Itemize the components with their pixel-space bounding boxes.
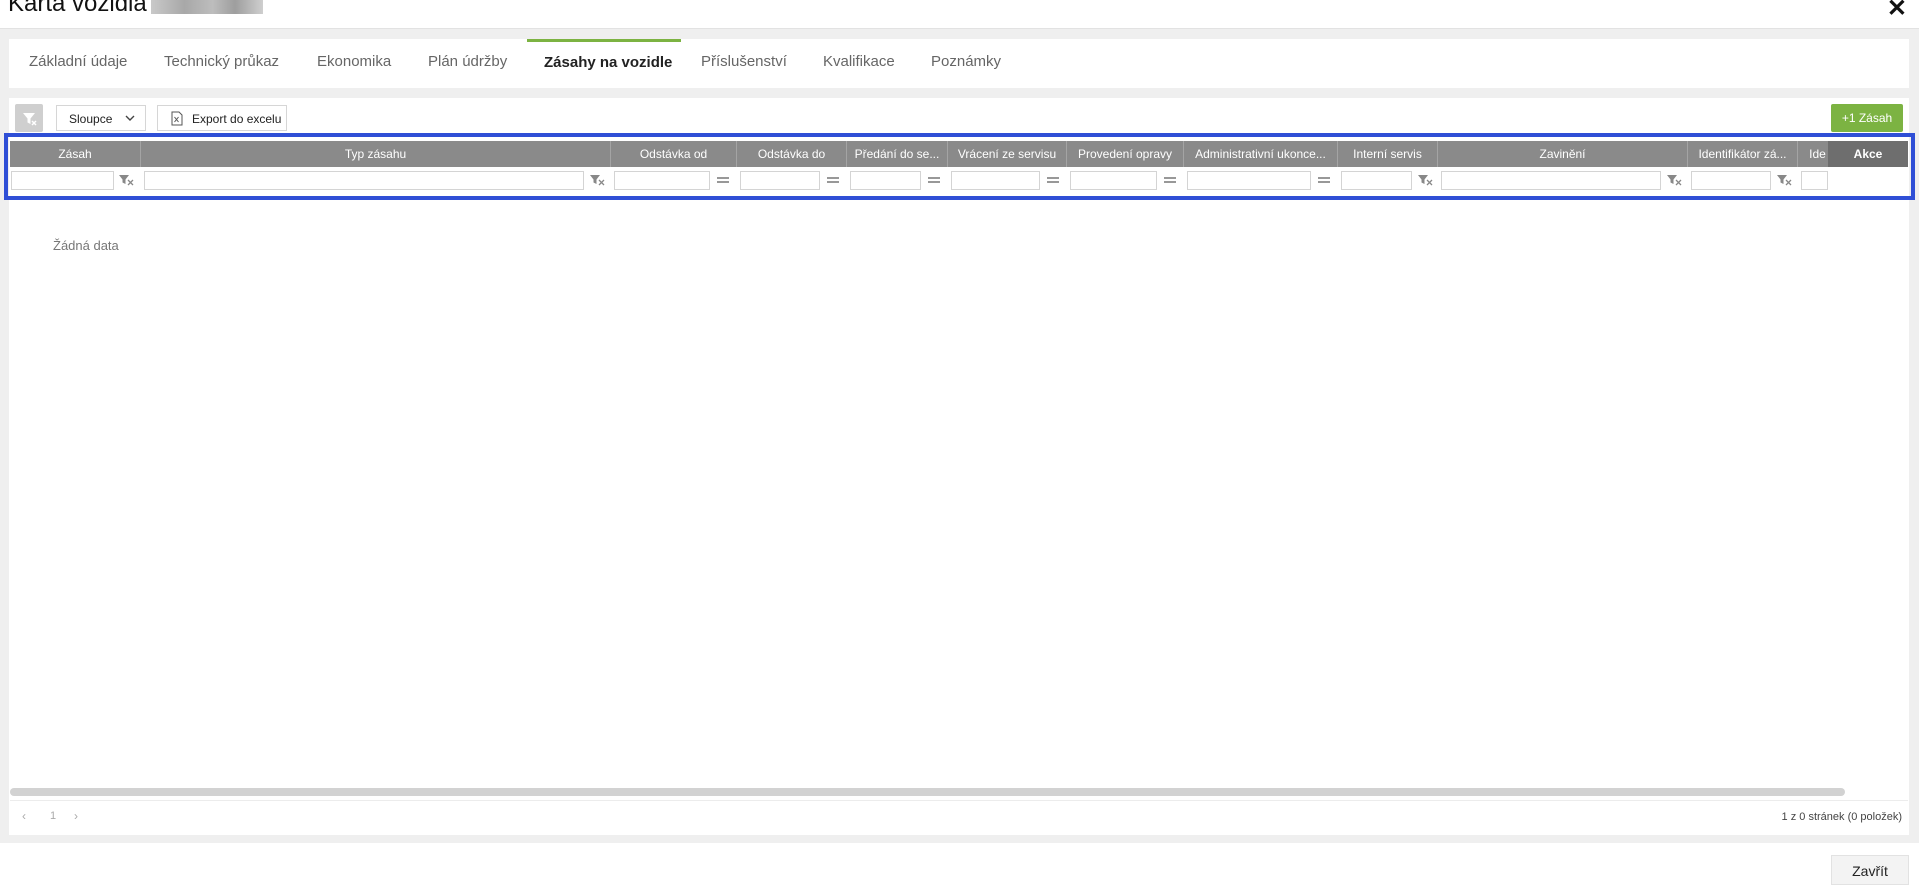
tab-qualifications[interactable]: Kvalifikace xyxy=(823,39,895,88)
columns-label: Sloupce xyxy=(69,112,113,126)
highlight-frame xyxy=(4,133,1915,200)
excel-file-icon xyxy=(171,111,183,126)
chevron-left-icon[interactable]: ‹ xyxy=(22,809,26,823)
pager: ‹ 1 › 1 z 0 stránek (0 položek) xyxy=(10,800,1908,831)
interventions-panel: Sloupce Export do excelu +1 Zásah xyxy=(9,98,1909,835)
pager-info: 1 z 0 stránek (0 položek) xyxy=(1781,811,1902,823)
redacted-plate xyxy=(150,0,263,14)
close-button[interactable]: Zavřít xyxy=(1831,855,1909,885)
chevron-right-icon[interactable]: › xyxy=(74,809,78,823)
tab-maintenance-plan[interactable]: Plán údržby xyxy=(428,39,507,88)
columns-dropdown[interactable]: Sloupce xyxy=(56,105,146,131)
tab-economics[interactable]: Ekonomika xyxy=(317,39,391,88)
tab-accessories[interactable]: Příslušenství xyxy=(701,39,787,88)
vehicle-card-dialog: Karta vozidla ✕ Základní údaje Technický… xyxy=(0,0,1919,894)
export-excel-button[interactable]: Export do excelu xyxy=(157,105,287,131)
dialog-title: Karta vozidla xyxy=(8,0,263,18)
add-intervention-button[interactable]: +1 Zásah xyxy=(1831,104,1903,132)
dialog-title-text: Karta vozidla xyxy=(8,0,147,17)
dialog-header: Karta vozidla ✕ xyxy=(0,0,1919,29)
chevron-down-icon xyxy=(125,115,135,121)
tab-technical-card[interactable]: Technický průkaz xyxy=(164,39,279,88)
no-data-message: Žádná data xyxy=(53,238,119,253)
export-label: Export do excelu xyxy=(192,112,282,126)
tab-notes[interactable]: Poznámky xyxy=(931,39,1001,88)
horizontal-scrollbar[interactable] xyxy=(10,788,1845,796)
close-icon[interactable]: ✕ xyxy=(1887,0,1907,23)
pager-page-number[interactable]: 1 xyxy=(50,810,56,822)
tab-basic-info[interactable]: Základní údaje xyxy=(29,39,127,88)
filter-icon xyxy=(23,113,37,126)
tab-bar: Základní údaje Technický průkaz Ekonomik… xyxy=(9,39,1909,88)
tab-vehicle-interventions[interactable]: Zásahy na vozidle xyxy=(527,39,681,88)
filter-toggle-button[interactable] xyxy=(15,104,43,132)
